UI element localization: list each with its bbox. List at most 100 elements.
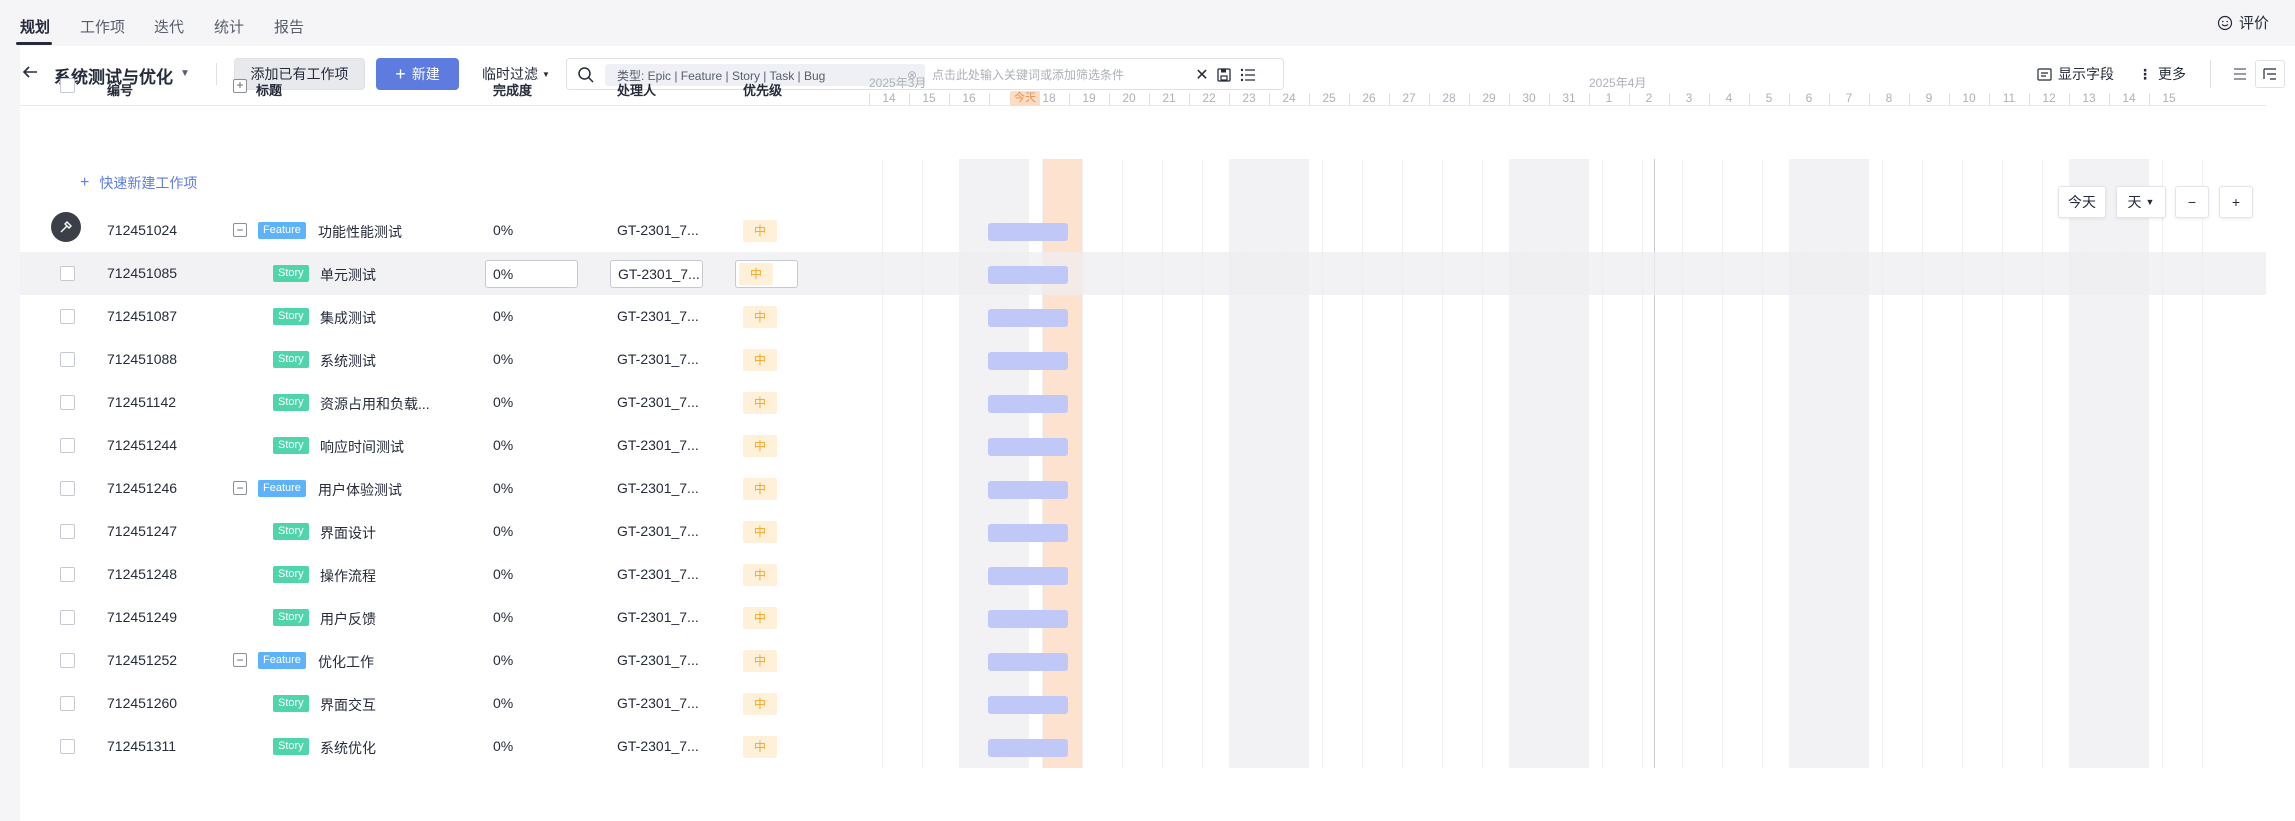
item-title[interactable]: 集成测试 <box>320 308 376 328</box>
table-row[interactable]: 712451244 Story 响应时间测试 0% GT-2301_7... 中 <box>20 424 2266 467</box>
priority-badge[interactable]: 中 <box>743 693 777 715</box>
zoom-out-button[interactable]: − <box>2175 186 2209 218</box>
assignee-value[interactable]: GT-2301_7... <box>617 394 699 410</box>
item-title[interactable]: 界面设计 <box>320 523 376 543</box>
assignee-value[interactable]: GT-2301_7... <box>617 738 699 754</box>
collapse-icon[interactable]: − <box>233 223 247 237</box>
row-checkbox[interactable] <box>60 438 75 453</box>
table-row[interactable]: 712451246 − Feature 用户体验测试 0% GT-2301_7... 中 <box>20 467 2266 510</box>
priority-badge[interactable]: 中 <box>743 392 777 414</box>
item-id[interactable]: 712451249 <box>107 609 177 625</box>
scale-select[interactable]: 天 ▼ <box>2116 186 2166 218</box>
item-id[interactable]: 712451024 <box>107 222 177 238</box>
progress-value[interactable]: 0% <box>493 351 513 367</box>
progress-value[interactable]: 0% <box>493 652 513 668</box>
item-title[interactable]: 界面交互 <box>320 695 376 715</box>
row-checkbox[interactable] <box>60 266 75 281</box>
item-title[interactable]: 用户反馈 <box>320 609 376 629</box>
drag-handle-icon[interactable] <box>51 212 81 242</box>
priority-badge[interactable]: 中 <box>743 607 777 629</box>
table-row[interactable]: 712451249 Story 用户反馈 0% GT-2301_7... 中 <box>20 596 2266 639</box>
assignee-value[interactable]: GT-2301_7... <box>617 695 699 711</box>
priority-badge[interactable]: 中 <box>743 736 777 758</box>
progress-value[interactable]: 0% <box>493 738 513 754</box>
item-title[interactable]: 优化工作 <box>318 652 374 672</box>
today-button[interactable]: 今天 <box>2058 186 2106 218</box>
col-title[interactable]: 标题 <box>256 80 282 99</box>
gantt-bar[interactable] <box>988 309 1068 327</box>
tab-statistics[interactable]: 统计 <box>214 16 244 37</box>
row-checkbox[interactable] <box>60 309 75 324</box>
table-row[interactable]: 712451248 Story 操作流程 0% GT-2301_7... 中 <box>20 553 2266 596</box>
item-title[interactable]: 功能性能测试 <box>318 222 402 242</box>
table-row[interactable]: 712451085 Story 单元测试 0% GT-2301_7... 中 <box>20 252 2266 295</box>
priority-badge[interactable]: 中 <box>743 478 777 500</box>
collapse-icon[interactable]: − <box>233 653 247 667</box>
gantt-bar[interactable] <box>988 567 1068 585</box>
assignee-field[interactable]: GT-2301_7... <box>610 260 703 288</box>
quick-add-button[interactable]: + 快速新建工作项 <box>80 173 197 193</box>
assignee-value[interactable]: GT-2301_7... <box>617 480 699 496</box>
item-title[interactable]: 系统测试 <box>320 351 376 371</box>
table-row[interactable]: 712451088 Story 系统测试 0% GT-2301_7... 中 <box>20 338 2266 381</box>
item-id[interactable]: 712451246 <box>107 480 177 496</box>
priority-badge[interactable]: 中 <box>743 306 777 328</box>
table-row[interactable]: 712451260 Story 界面交互 0% GT-2301_7... 中 <box>20 682 2266 725</box>
select-all-checkbox[interactable] <box>60 78 75 93</box>
tab-work-items[interactable]: 工作项 <box>80 16 125 37</box>
row-checkbox[interactable] <box>60 524 75 539</box>
gantt-bar[interactable] <box>988 438 1068 456</box>
progress-value[interactable]: 0% <box>493 609 513 625</box>
assignee-value[interactable]: GT-2301_7... <box>617 523 699 539</box>
zoom-in-button[interactable]: + <box>2219 186 2253 218</box>
gantt-bar[interactable] <box>988 352 1068 370</box>
gantt-bar[interactable] <box>988 524 1068 542</box>
col-priority[interactable]: 优先级 <box>743 80 782 99</box>
item-id[interactable]: 712451142 <box>107 394 176 410</box>
row-checkbox[interactable] <box>60 610 75 625</box>
gantt-bar[interactable] <box>988 696 1068 714</box>
evaluate-button[interactable]: 评价 <box>2217 12 2269 33</box>
item-id[interactable]: 712451252 <box>107 652 177 668</box>
progress-value[interactable]: 0% <box>493 566 513 582</box>
tab-iterations[interactable]: 迭代 <box>154 16 184 37</box>
collapse-icon[interactable]: − <box>233 481 247 495</box>
item-id[interactable]: 712451311 <box>107 738 176 754</box>
item-id[interactable]: 712451247 <box>107 523 177 539</box>
col-assignee[interactable]: 处理人 <box>617 80 656 99</box>
table-row[interactable]: 712451252 − Feature 优化工作 0% GT-2301_7... 中 <box>20 639 2266 682</box>
gantt-bar[interactable] <box>988 653 1068 671</box>
progress-value[interactable]: 0% <box>493 222 513 238</box>
tab-reports[interactable]: 报告 <box>274 16 304 37</box>
item-id[interactable]: 712451088 <box>107 351 177 367</box>
priority-badge[interactable]: 中 <box>743 521 777 543</box>
priority-badge[interactable]: 中 <box>743 564 777 586</box>
item-title[interactable]: 操作流程 <box>320 566 376 586</box>
gantt-bar[interactable] <box>988 266 1068 284</box>
priority-field[interactable]: 中 <box>735 260 798 288</box>
priority-badge[interactable]: 中 <box>743 435 777 457</box>
assignee-value[interactable]: GT-2301_7... <box>617 351 699 367</box>
item-id[interactable]: 712451248 <box>107 566 177 582</box>
gantt-bar[interactable] <box>988 739 1068 757</box>
gantt-bar[interactable] <box>988 610 1068 628</box>
row-checkbox[interactable] <box>60 739 75 754</box>
gantt-bar[interactable] <box>988 223 1068 241</box>
item-id[interactable]: 712451260 <box>107 695 177 711</box>
priority-badge[interactable]: 中 <box>743 349 777 371</box>
row-checkbox[interactable] <box>60 567 75 582</box>
assignee-value[interactable]: GT-2301_7... <box>617 222 699 238</box>
row-checkbox[interactable] <box>60 395 75 410</box>
gantt-bar[interactable] <box>988 481 1068 499</box>
table-row[interactable]: 712451311 Story 系统优化 0% GT-2301_7... 中 <box>20 725 2266 768</box>
item-title[interactable]: 单元测试 <box>320 265 376 285</box>
assignee-value[interactable]: GT-2301_7... <box>617 437 699 453</box>
table-row[interactable]: 712451247 Story 界面设计 0% GT-2301_7... 中 <box>20 510 2266 553</box>
assignee-value[interactable]: GT-2301_7... <box>617 566 699 582</box>
item-id[interactable]: 712451087 <box>107 308 177 324</box>
assignee-value[interactable]: GT-2301_7... <box>617 609 699 625</box>
assignee-value[interactable]: GT-2301_7... <box>617 308 699 324</box>
item-title[interactable]: 响应时间测试 <box>320 437 404 457</box>
progress-value[interactable]: 0% <box>493 695 513 711</box>
row-checkbox[interactable] <box>60 653 75 668</box>
